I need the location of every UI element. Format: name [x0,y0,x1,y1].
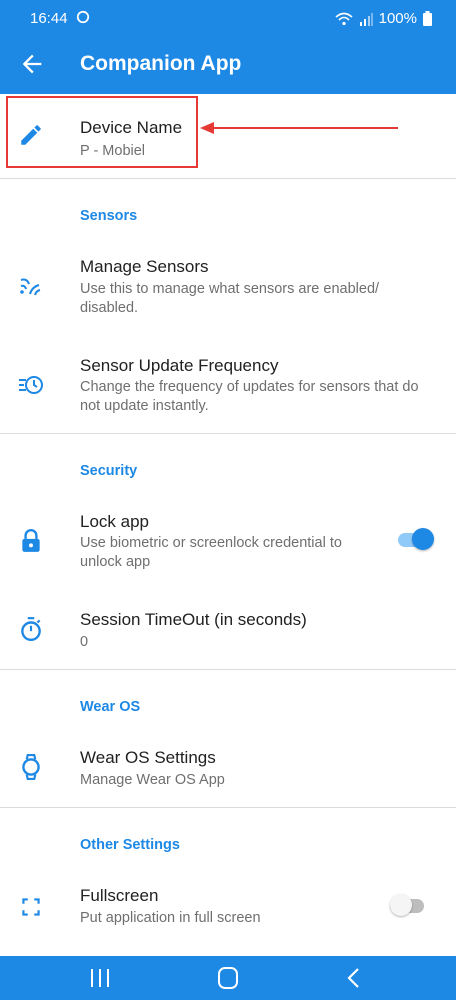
lock-app-subtitle: Use biometric or screenlock credential t… [80,535,342,570]
manage-sensors-row[interactable]: Manage Sensors Use this to manage what s… [0,240,456,330]
sensors-icon [20,278,41,296]
arrow-back-icon[interactable] [18,50,46,78]
battery-percentage: 100% [378,10,417,27]
signal-icon [359,12,373,26]
navigation-bar [0,956,456,1000]
session-timeout-row[interactable]: Session TimeOut (in seconds) 0 [0,596,456,666]
fullscreen-subtitle: Put application in full screen [80,910,261,926]
sensor-update-frequency-row[interactable]: Sensor Update Frequency Change the frequ… [0,340,456,430]
annotation-arrow [200,122,398,134]
page-title: Companion App [80,52,242,75]
divider [0,433,456,434]
session-timeout-title: Session TimeOut (in seconds) [80,610,307,629]
wear-os-settings-row[interactable]: Wear OS Settings Manage Wear OS App [0,734,456,804]
wear-os-settings-title: Wear OS Settings [80,748,216,767]
lock-icon [22,529,40,552]
fullscreen-title: Fullscreen [80,886,159,905]
wear-os-settings-subtitle: Manage Wear OS App [80,772,225,788]
session-timeout-value: 0 [80,634,89,650]
fullscreen-icon [22,898,40,916]
manage-sensors-subtitle: Use this to manage what sensors are enab… [80,281,380,316]
toggle-thumb [412,528,434,550]
highlight-box [6,96,198,168]
divider [0,178,456,179]
section-other-settings: Other Settings [80,837,180,853]
status-right: 100% [335,10,432,27]
update-frequency-icon [19,376,43,394]
home-icon[interactable] [214,966,242,990]
app-bar: Companion App [0,36,456,94]
status-time: 16:44 [30,10,68,27]
divider [0,669,456,670]
section-security: Security [80,463,138,479]
status-bar: 16:44 100% [0,0,456,36]
fullscreen-row[interactable]: Fullscreen Put application in full scree… [0,872,456,942]
section-sensors: Sensors [80,208,138,224]
divider [0,807,456,808]
timer-icon [21,617,41,642]
manage-sensors-title: Manage Sensors [80,257,209,276]
sync-icon [76,10,90,24]
lock-app-toggle[interactable] [398,527,434,551]
fullscreen-toggle[interactable] [390,893,426,917]
toggle-thumb [390,894,412,916]
lock-app-row[interactable]: Lock app Use biometric or screenlock cre… [0,496,456,588]
sensor-update-frequency-subtitle: Change the frequency of updates for sens… [80,379,419,414]
battery-icon [423,11,432,26]
recent-apps-icon[interactable] [86,966,114,990]
wifi-icon [335,12,353,25]
lock-app-title: Lock app [80,512,149,531]
back-icon[interactable] [340,966,368,990]
watch-icon [22,754,40,780]
sensor-update-frequency-title: Sensor Update Frequency [80,356,279,375]
section-wear-os: Wear OS [80,699,141,715]
